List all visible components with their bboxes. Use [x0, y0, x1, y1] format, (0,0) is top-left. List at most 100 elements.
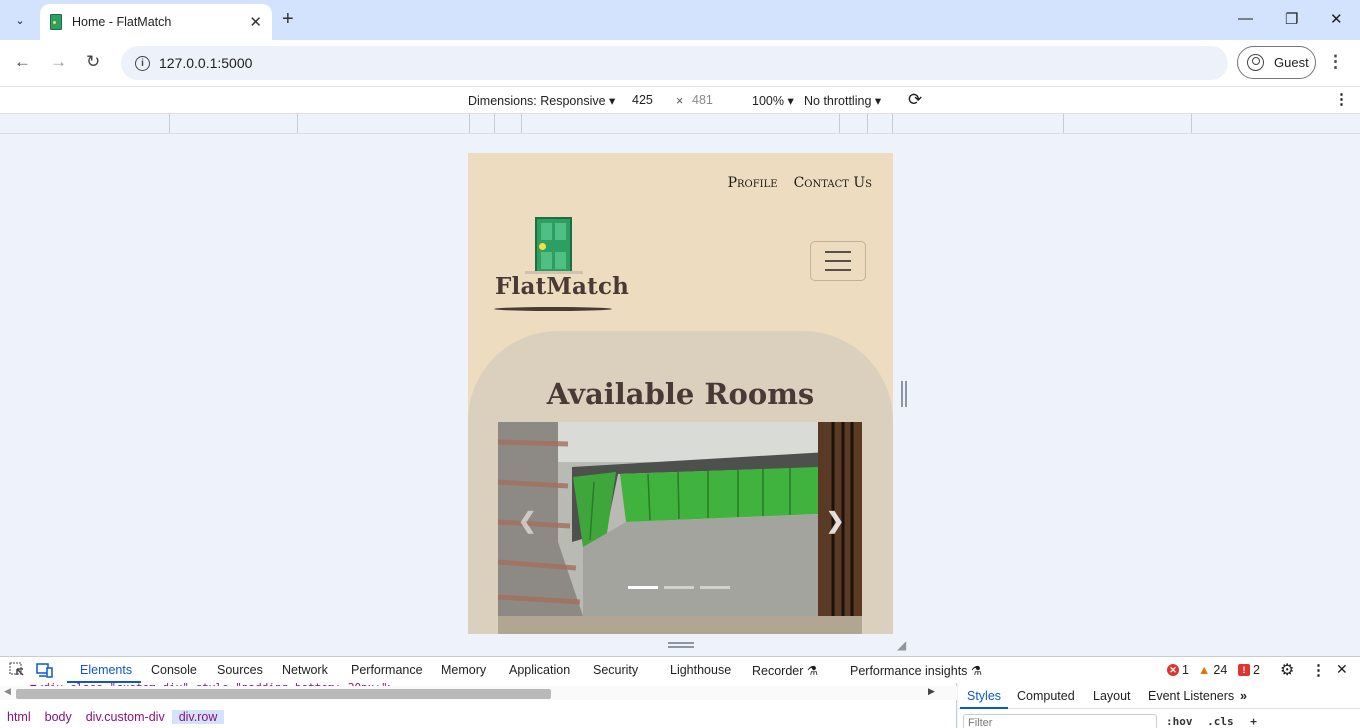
- error-count: 1: [1182, 663, 1189, 677]
- breadcrumb-custom-div[interactable]: div.custom-div: [79, 710, 172, 724]
- reload-icon[interactable]: ↻: [86, 52, 100, 72]
- side-tabbar: Styles Computed Layout Event Listeners »: [958, 683, 1360, 709]
- nav-link-contact[interactable]: Contact Us: [794, 175, 872, 191]
- tab-lighthouse[interactable]: Lighthouse: [670, 663, 731, 677]
- flatmatch-logo[interactable]: FlatMatch: [494, 215, 629, 315]
- error-icon: ✕: [1167, 664, 1179, 676]
- warning-count-badge[interactable]: ▲ 24: [1198, 663, 1227, 677]
- close-icon[interactable]: ✕: [249, 13, 262, 31]
- breadcrumb-html[interactable]: html: [0, 710, 38, 724]
- nav-link-profile[interactable]: Profile: [728, 175, 778, 191]
- tab-application[interactable]: Application: [509, 663, 570, 677]
- resize-corner-icon[interactable]: ◢: [897, 638, 906, 652]
- room-card-caption: [498, 616, 862, 634]
- plus-icon[interactable]: +: [282, 8, 294, 30]
- brand-name: FlatMatch: [495, 273, 630, 300]
- issue-count-badge[interactable]: ! 2: [1238, 663, 1260, 677]
- kebab-icon[interactable]: ⋮: [1327, 52, 1344, 72]
- flask-icon: ⚗: [806, 664, 819, 678]
- close-icon[interactable]: ✕: [1330, 10, 1343, 28]
- tab-strip: ⌄ Home - FlatMatch ✕ + — ❐ ✕: [0, 0, 1360, 40]
- arrow-right-icon[interactable]: →: [50, 52, 67, 72]
- carousel-indicator[interactable]: [700, 586, 730, 589]
- class-toggle[interactable]: .cls: [1207, 715, 1234, 728]
- device-toggle-icon[interactable]: [36, 662, 53, 678]
- arrow-left-icon[interactable]: ←: [14, 52, 31, 72]
- tab-network[interactable]: Network: [282, 663, 328, 677]
- profile-label: Guest: [1274, 55, 1309, 70]
- height-input[interactable]: 481: [688, 91, 734, 109]
- style-tools: :hov .cls +: [1166, 715, 1257, 728]
- caret-down-icon: ▾: [874, 94, 882, 108]
- scroll-left-icon[interactable]: ◀: [4, 686, 11, 697]
- tab-elements[interactable]: Elements: [80, 663, 132, 677]
- dimensions-label: Dimensions: Responsive: [468, 94, 606, 108]
- room-carousel[interactable]: ❮ ❯: [498, 422, 862, 616]
- info-icon[interactable]: i: [135, 55, 150, 71]
- kebab-icon[interactable]: ⋮: [1311, 661, 1326, 679]
- issue-count: 2: [1253, 663, 1260, 677]
- breadcrumb-body[interactable]: body: [38, 710, 79, 724]
- viewport-resize-handle-bottom[interactable]: [668, 642, 694, 648]
- zoom-dropdown[interactable]: 100% ▾: [752, 93, 794, 108]
- close-icon[interactable]: ✕: [1336, 661, 1348, 678]
- carousel-indicator[interactable]: [664, 586, 694, 589]
- zoom-label: 100%: [752, 94, 784, 108]
- chevron-down-icon: ⌄: [15, 14, 25, 27]
- tab-computed[interactable]: Computed: [1017, 689, 1075, 703]
- rotate-icon[interactable]: ⟳: [908, 90, 922, 110]
- styles-filter-input[interactable]: Filter: [963, 714, 1157, 728]
- error-count-badge[interactable]: ✕ 1: [1167, 663, 1189, 677]
- address-bar[interactable]: i 127.0.0.1:5000: [121, 46, 1228, 80]
- restore-icon[interactable]: ❐: [1285, 10, 1298, 28]
- tab-memory[interactable]: Memory: [441, 663, 486, 677]
- tab-recorder[interactable]: Recorder ⚗: [752, 663, 818, 678]
- plus-icon[interactable]: +: [1250, 715, 1257, 728]
- chevron-left-icon[interactable]: ❮: [518, 508, 536, 534]
- more-tabs-icon[interactable]: »: [1240, 689, 1247, 703]
- tab-console[interactable]: Console: [151, 663, 197, 677]
- section-title: Available Rooms: [546, 377, 815, 411]
- tab-sources[interactable]: Sources: [217, 663, 263, 677]
- tab-title: Home - FlatMatch: [72, 15, 172, 29]
- flask-icon: ⚗: [970, 664, 983, 678]
- tab-performance-insights[interactable]: Performance insights ⚗: [850, 663, 982, 678]
- scroll-right-icon[interactable]: ▶: [928, 686, 935, 697]
- caret-down-icon: ▾: [787, 94, 794, 108]
- width-input[interactable]: 425: [628, 91, 674, 109]
- media-query-bar[interactable]: [0, 114, 1360, 134]
- chevron-right-icon[interactable]: ❯: [826, 508, 844, 534]
- tab-layout[interactable]: Layout: [1093, 689, 1131, 703]
- dimensions-dropdown[interactable]: Dimensions: Responsive ▾: [468, 93, 615, 108]
- tab-styles[interactable]: Styles: [967, 689, 1001, 703]
- tab-performance[interactable]: Performance: [351, 663, 423, 677]
- brand-underline: [494, 307, 612, 311]
- warning-count: 24: [1213, 663, 1228, 677]
- breadcrumb-row[interactable]: div.row: [171, 709, 225, 724]
- kebab-icon[interactable]: ⋮: [1334, 90, 1349, 108]
- door-favicon-icon: [50, 14, 62, 30]
- viewport-resize-handle-right[interactable]: [901, 381, 907, 407]
- minimize-icon[interactable]: —: [1238, 10, 1253, 27]
- hamburger-menu-button[interactable]: [810, 241, 866, 281]
- throttling-dropdown[interactable]: No throttling ▾: [804, 93, 881, 108]
- breadcrumb: html body div.custom-div div.row: [0, 705, 225, 728]
- tab-search-button[interactable]: ⌄: [8, 8, 32, 32]
- carousel-indicators: [628, 586, 730, 589]
- scrollbar-thumb[interactable]: [16, 689, 551, 699]
- horizontal-scrollbar[interactable]: ◀ ▶: [0, 686, 957, 700]
- caret-down-icon: ▾: [609, 94, 616, 108]
- tab-recorder-label: Recorder: [752, 664, 804, 678]
- tab-event-listeners[interactable]: Event Listeners: [1148, 689, 1234, 703]
- inspect-element-icon[interactable]: [9, 662, 25, 678]
- browser-tab[interactable]: Home - FlatMatch ✕: [40, 4, 272, 40]
- elements-panel: ▼<div class="custom-div" style="padding-…: [0, 681, 957, 728]
- profile-button[interactable]: Guest: [1237, 46, 1316, 79]
- tab-security[interactable]: Security: [593, 663, 638, 677]
- url-text[interactable]: 127.0.0.1:5000: [159, 55, 252, 71]
- hover-state-toggle[interactable]: :hov: [1166, 715, 1193, 728]
- gear-icon[interactable]: ⚙: [1280, 660, 1294, 680]
- tab-performance-insights-label: Performance insights: [850, 664, 968, 678]
- carousel-indicator[interactable]: [628, 586, 658, 589]
- emulated-viewport: Profile Contact Us FlatMatch Available R…: [468, 153, 893, 634]
